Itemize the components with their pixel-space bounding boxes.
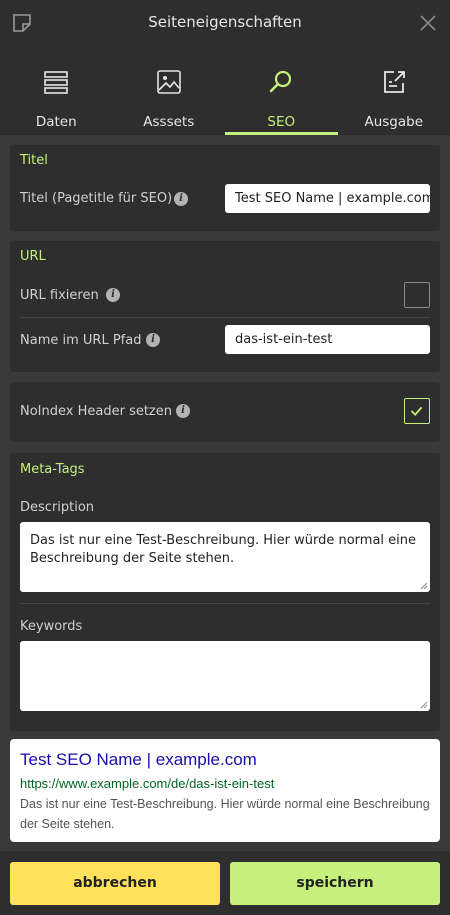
keywords-textarea[interactable] bbox=[20, 641, 430, 711]
info-icon[interactable]: i bbox=[176, 404, 190, 418]
close-icon[interactable] bbox=[419, 14, 437, 32]
keywords-label: Keywords bbox=[20, 619, 83, 634]
tab-label: Ausgabe bbox=[364, 114, 424, 130]
noindex-panel: NoIndex Header setzen i bbox=[10, 382, 440, 442]
description-label: Description bbox=[20, 500, 95, 515]
info-icon[interactable]: i bbox=[174, 192, 188, 206]
tab-label: Asssets bbox=[143, 114, 195, 130]
search-preview: Test SEO Name | example.com https://www.… bbox=[10, 739, 440, 842]
cancel-button[interactable]: abbrechen bbox=[10, 862, 220, 905]
titel-heading: Titel bbox=[20, 153, 48, 168]
divider bbox=[20, 317, 430, 318]
info-icon[interactable]: i bbox=[146, 333, 160, 347]
tab-label: Daten bbox=[35, 114, 77, 130]
description-textarea[interactable]: Das ist nur eine Test-Beschreibung. Hier… bbox=[20, 522, 430, 592]
info-icon[interactable]: i bbox=[106, 288, 120, 302]
image-icon bbox=[156, 70, 181, 94]
url-heading: URL bbox=[20, 249, 46, 264]
preview-title: Test SEO Name | example.com bbox=[20, 750, 257, 769]
meta-panel: Meta-Tags Description Das ist nur eine T… bbox=[10, 453, 440, 731]
noindex-label: NoIndex Header setzen bbox=[20, 404, 172, 419]
titel-input[interactable]: Test SEO Name | example.com bbox=[225, 184, 430, 213]
list-icon bbox=[44, 71, 69, 94]
divider bbox=[20, 603, 430, 604]
resize-handle-icon[interactable] bbox=[420, 701, 428, 709]
tab-ausgabe[interactable]: Ausgabe bbox=[338, 46, 450, 135]
dialog-header: Seiteneigenschaften bbox=[0, 0, 450, 46]
tab-label: SEO bbox=[267, 114, 296, 130]
tab-daten[interactable]: Daten bbox=[0, 46, 113, 135]
titel-label: Titel (Pagetitle für SEO) bbox=[20, 191, 173, 206]
tab-seo[interactable]: SEO bbox=[225, 46, 338, 135]
description-text: Das ist nur eine Test-Beschreibung. Hier… bbox=[30, 533, 417, 566]
preview-description: Das ist nur eine Test-Beschreibung. Hier… bbox=[20, 797, 430, 831]
tab-bar: Daten Asssets SEO Ausgabe bbox=[0, 46, 450, 135]
dialog-footer: abbrechen speichern bbox=[0, 851, 450, 915]
url-fix-label: URL fixieren bbox=[20, 288, 99, 303]
save-button[interactable]: speichern bbox=[230, 862, 440, 905]
url-path-input[interactable]: das-ist-ein-test bbox=[225, 325, 430, 354]
url-path-label: Name im URL Pfad bbox=[20, 333, 142, 348]
export-icon bbox=[383, 71, 405, 93]
url-panel: URL URL fixieren i Name im URL Pfad i da… bbox=[10, 241, 440, 372]
noindex-checkbox[interactable] bbox=[404, 398, 430, 424]
dialog-title: Seiteneigenschaften bbox=[148, 13, 302, 31]
check-icon bbox=[410, 406, 423, 417]
resize-handle-icon[interactable] bbox=[420, 582, 428, 590]
meta-heading: Meta-Tags bbox=[20, 462, 85, 477]
preview-url: https://www.example.com/de/das-ist-ein-t… bbox=[20, 776, 275, 791]
url-fix-checkbox[interactable] bbox=[404, 282, 430, 308]
titel-panel: Titel Titel (Pagetitle für SEO) i Test S… bbox=[10, 145, 440, 231]
tab-assets[interactable]: Asssets bbox=[113, 46, 226, 135]
search-icon bbox=[269, 70, 292, 93]
